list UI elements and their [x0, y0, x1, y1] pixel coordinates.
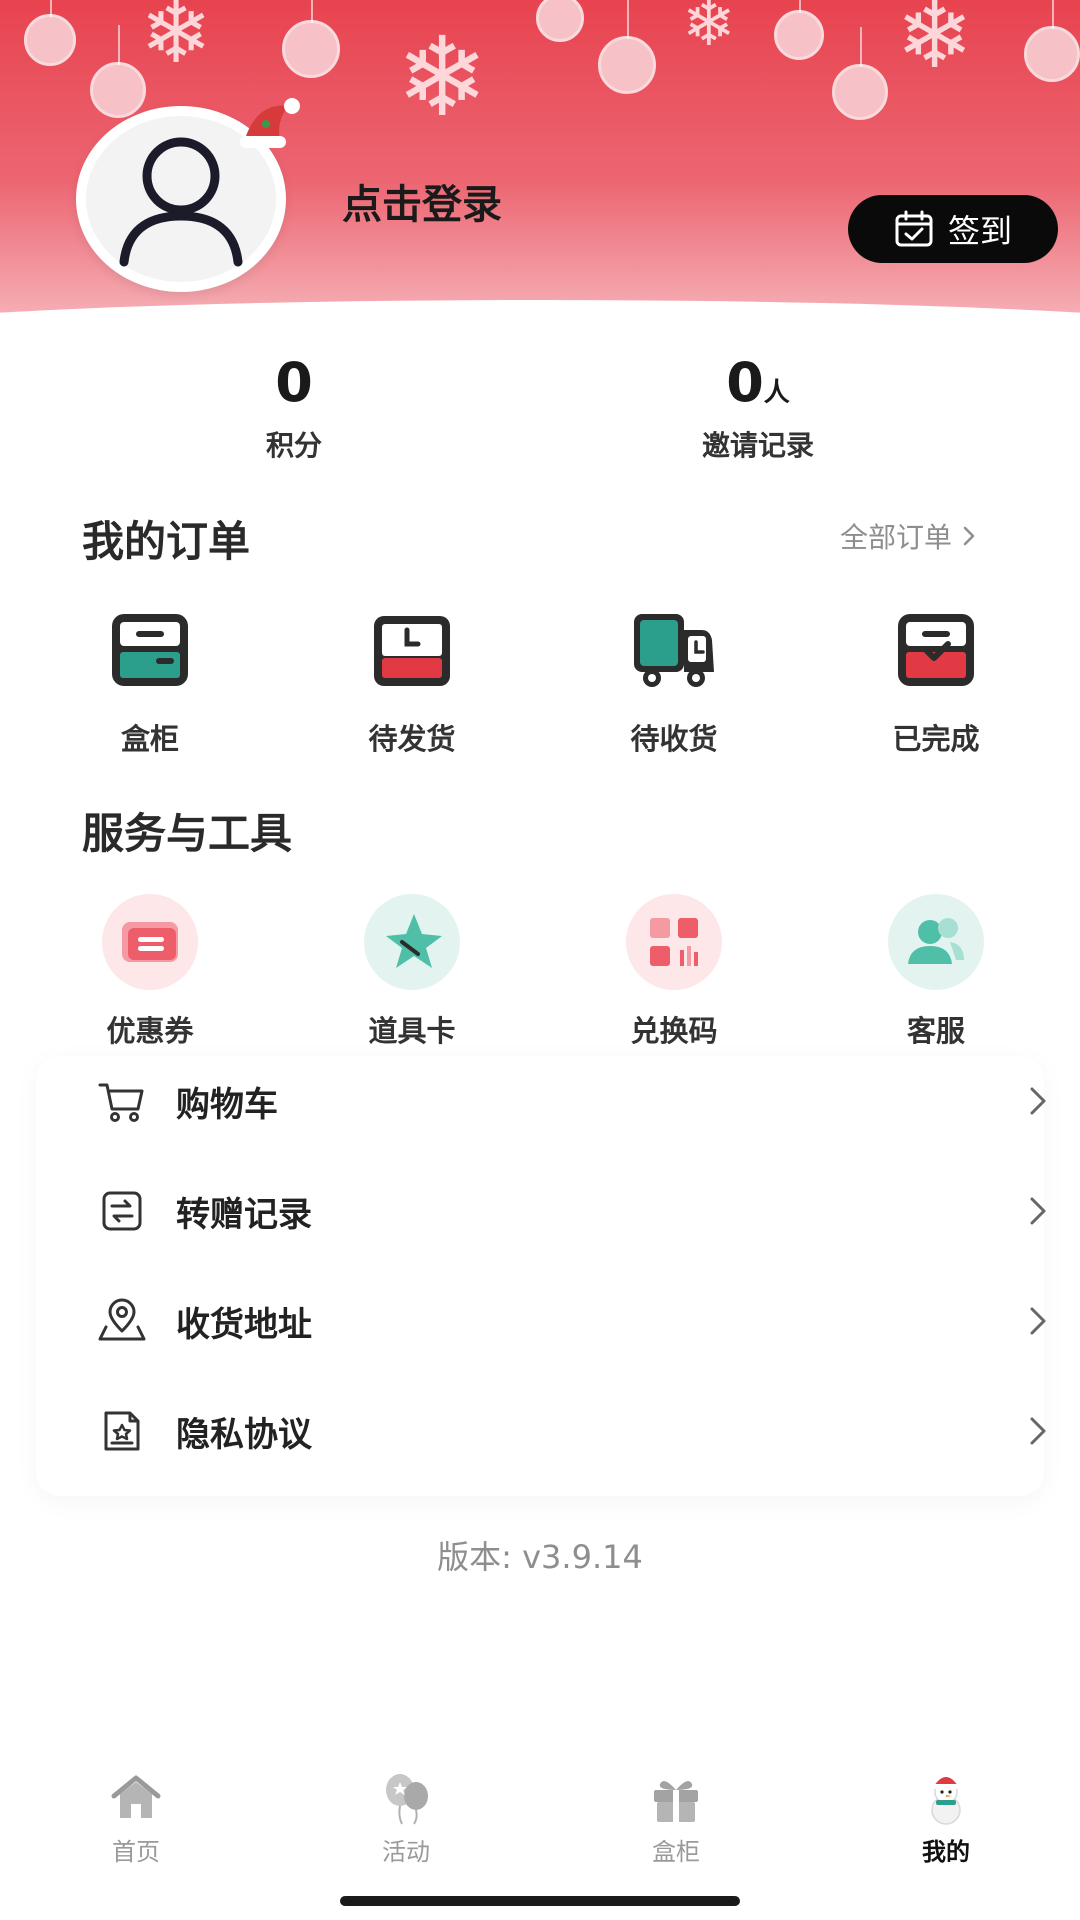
delivery-truck-icon — [634, 614, 714, 687]
service-item-customer-service[interactable]: 客服 — [856, 892, 1016, 1050]
home-icon — [111, 1775, 161, 1818]
checkin-label: 签到 — [947, 212, 1012, 250]
transfer-icon — [102, 1191, 142, 1231]
tab-mine[interactable]: 我的 — [876, 1768, 1016, 1867]
points-label: 积分 — [265, 429, 322, 462]
chevron-right-icon — [1030, 1417, 1046, 1445]
service-item-label: 客服 — [906, 1014, 965, 1048]
service-item-coupon[interactable]: 优惠券 — [70, 892, 230, 1050]
order-item-pending-receive[interactable]: 待收货 — [594, 600, 754, 758]
privacy-icon — [104, 1411, 140, 1451]
tab-activity[interactable]: 活动 — [336, 1768, 476, 1867]
box-cabinet-icon — [112, 614, 188, 686]
checkin-button[interactable]: 签到 — [848, 195, 1058, 263]
pending-ship-icon — [374, 616, 450, 686]
orders-section-title: 我的订单 — [82, 517, 251, 566]
all-orders-label: 全部订单 — [840, 521, 953, 554]
prop-card-icon — [364, 894, 460, 990]
points-value: 0 — [275, 351, 313, 414]
chevron-right-icon — [1030, 1087, 1046, 1115]
ornament-decoration — [282, 0, 340, 78]
tab-box-cabinet[interactable]: 盒柜 — [606, 1768, 746, 1867]
service-item-label: 优惠券 — [106, 1014, 194, 1048]
menu-item-label: 隐私协议 — [176, 1414, 312, 1455]
points-stat[interactable]: 0 积分 — [214, 356, 374, 464]
ornament-decoration — [832, 27, 888, 120]
tab-label: 活动 — [382, 1838, 430, 1866]
menu-item-label: 转赠记录 — [176, 1194, 312, 1235]
avatar[interactable] — [76, 98, 300, 296]
services-section-title: 服务与工具 — [82, 809, 293, 858]
ornament-decoration — [24, 0, 76, 66]
service-item-label: 兑换码 — [630, 1014, 718, 1048]
coupon-icon — [102, 894, 198, 990]
invite-record-stat[interactable]: 0人 邀请记录 — [668, 356, 848, 464]
activity-icon — [386, 1774, 428, 1825]
tab-home[interactable]: 首页 — [66, 1768, 206, 1867]
profile-page: ❄ ❄ ❄ ❄ 点击登录 签到 0 积分 0人 邀请记录 我的订单 全部订单 盒… — [0, 0, 1080, 1920]
tab-label: 首页 — [112, 1838, 160, 1866]
user-silhouette-icon — [119, 137, 243, 267]
order-item-box-cabinet[interactable]: 盒柜 — [70, 600, 230, 758]
menu-item-cart[interactable]: 购物车 — [96, 1056, 1056, 1146]
cart-icon — [98, 1083, 144, 1122]
snowman-icon — [931, 1777, 961, 1825]
chevron-right-icon — [1030, 1307, 1046, 1335]
menu-item-transfer-record[interactable]: 转赠记录 — [96, 1166, 1056, 1256]
chevron-right-icon — [963, 526, 975, 546]
ornament-decoration — [774, 0, 824, 60]
santa-hat-icon — [240, 98, 300, 148]
service-item-prop-card[interactable]: 道具卡 — [332, 892, 492, 1050]
snowflake-icon: ❄ — [682, 0, 736, 61]
header-curve — [0, 300, 1080, 330]
customer-service-icon — [888, 894, 984, 990]
calendar-check-icon — [895, 210, 933, 247]
app-version: 版本: v3.9.14 — [437, 1538, 643, 1576]
location-icon — [98, 1298, 146, 1341]
services-grid: 优惠券 道具卡 兑换码 客服 — [0, 892, 1080, 1052]
menu-item-privacy-policy[interactable]: 隐私协议 — [96, 1386, 1056, 1476]
menu-item-label: 购物车 — [176, 1084, 278, 1125]
ornament-decoration — [536, 0, 584, 42]
invite-record-label: 邀请记录 — [701, 429, 814, 462]
snowflake-icon: ❄ — [396, 13, 489, 141]
order-item-label: 待发货 — [368, 722, 456, 756]
order-item-label: 盒柜 — [120, 722, 179, 756]
snowflake-icon: ❄ — [140, 0, 213, 83]
service-item-label: 道具卡 — [368, 1014, 456, 1048]
redeem-code-icon — [626, 894, 722, 990]
order-item-completed[interactable]: 已完成 — [856, 600, 1016, 758]
ornament-decoration — [1024, 0, 1080, 82]
order-item-label: 已完成 — [892, 722, 980, 756]
login-prompt[interactable]: 点击登录 — [342, 172, 502, 230]
menu-item-shipping-address[interactable]: 收货地址 — [96, 1276, 1056, 1366]
snowflake-icon: ❄ — [896, 0, 974, 89]
service-item-redeem-code[interactable]: 兑换码 — [594, 892, 754, 1050]
invite-count-value: 0人 — [726, 351, 790, 414]
order-item-label: 待收货 — [630, 722, 718, 756]
tab-label: 盒柜 — [652, 1838, 700, 1866]
gift-box-icon — [654, 1781, 698, 1822]
ornament-decoration — [598, 0, 656, 94]
home-indicator[interactable] — [340, 1896, 740, 1906]
order-item-pending-ship[interactable]: 待发货 — [332, 600, 492, 758]
menu-item-label: 收货地址 — [176, 1304, 312, 1345]
tab-label: 我的 — [922, 1838, 970, 1866]
all-orders-link[interactable]: 全部订单 — [840, 516, 976, 556]
completed-box-icon — [898, 614, 974, 686]
order-status-grid: 盒柜 待发货 待收货 已完成 — [0, 600, 1080, 760]
chevron-right-icon — [1030, 1197, 1046, 1225]
bottom-tab-bar: 首页 活动 盒柜 我的 — [0, 1768, 1080, 1888]
menu-list: 购物车 转赠记录 收货地址 隐私协议 — [36, 1056, 1046, 1496]
